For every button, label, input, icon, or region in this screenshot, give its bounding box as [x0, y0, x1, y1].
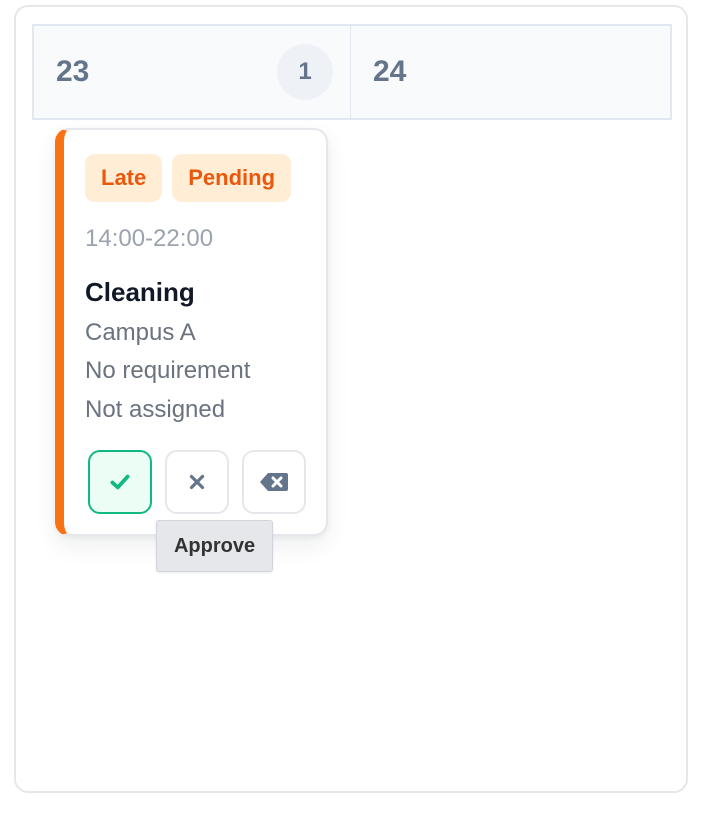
day-header-24[interactable]: 24 [350, 24, 672, 120]
shift-card[interactable]: Late Pending 14:00-22:00 Cleaning Campus… [55, 128, 328, 536]
check-icon [110, 474, 130, 490]
approve-button[interactable] [88, 450, 152, 514]
shift-time: 14:00-22:00 [85, 225, 214, 252]
backspace-icon [260, 473, 288, 491]
shift-badges: Late Pending [85, 154, 292, 202]
pending-badge: Pending [172, 154, 292, 202]
delete-button[interactable] [242, 450, 306, 514]
shift-assignee: Not assigned [85, 396, 226, 423]
late-badge: Late [85, 154, 163, 202]
shift-requirement: No requirement [85, 357, 251, 384]
x-icon [189, 474, 205, 490]
reject-button[interactable] [165, 450, 229, 514]
shift-location: Campus A [85, 319, 196, 346]
shift-title: Cleaning [85, 277, 195, 307]
day-number: 24 [373, 55, 407, 88]
approve-tooltip: Approve [156, 520, 273, 572]
shift-count-badge: 1 [277, 44, 333, 100]
day-header-23[interactable]: 23 1 [32, 24, 352, 120]
day-number: 23 [56, 55, 90, 88]
shift-actions [88, 450, 306, 514]
